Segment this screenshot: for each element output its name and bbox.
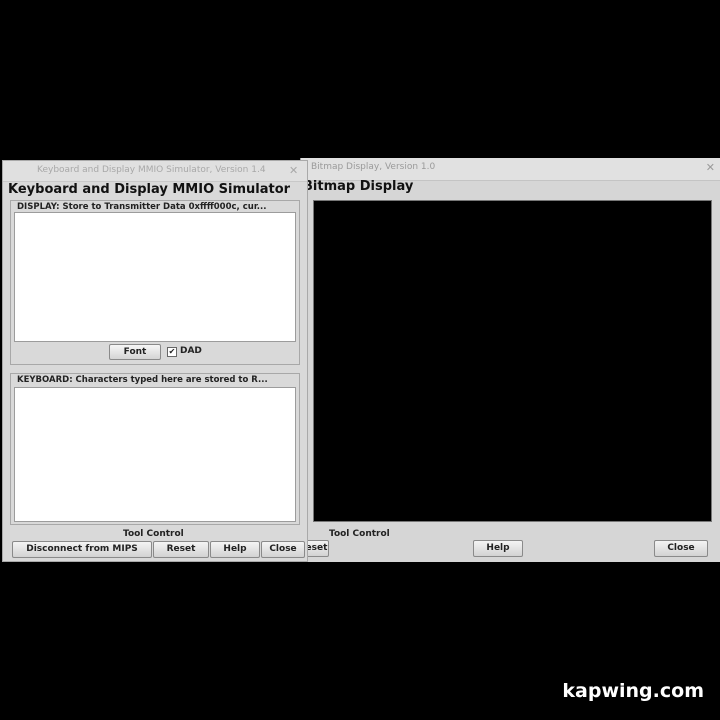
dad-label: DAD bbox=[180, 346, 202, 356]
bitmap-window-title: Bitmap Display, Version 1.0 bbox=[311, 162, 436, 172]
close-icon[interactable]: ✕ bbox=[706, 161, 715, 174]
mmio-heading: Keyboard and Display MMIO Simulator bbox=[8, 182, 291, 197]
mmio-tool-control-label: Tool Control bbox=[123, 529, 184, 539]
mmio-help-button[interactable]: Help bbox=[210, 541, 260, 558]
bitmap-help-button[interactable]: Help bbox=[473, 540, 523, 557]
display-panel-caption: DISPLAY: Store to Transmitter Data 0xfff… bbox=[17, 202, 267, 212]
keyboard-panel: KEYBOARD: Characters typed here are stor… bbox=[10, 373, 300, 525]
close-icon[interactable]: ✕ bbox=[289, 164, 298, 177]
bitmap-window-titlebar[interactable]: Bitmap Display, Version 1.0 ✕ bbox=[301, 158, 720, 181]
bitmap-canvas[interactable] bbox=[313, 200, 712, 522]
mmio-window-titlebar[interactable]: Keyboard and Display MMIO Simulator, Ver… bbox=[3, 161, 307, 182]
bitmap-tool-control-label: Tool Control bbox=[329, 529, 390, 539]
kapwing-watermark: kapwing.com bbox=[562, 680, 704, 702]
bitmap-heading: Bitmap Display bbox=[303, 179, 414, 194]
font-button[interactable]: Font bbox=[109, 344, 161, 360]
keyboard-input-area[interactable] bbox=[14, 387, 296, 522]
mmio-reset-button[interactable]: Reset bbox=[153, 541, 209, 558]
mmio-window-title: Keyboard and Display MMIO Simulator, Ver… bbox=[37, 165, 266, 175]
mmio-simulator-window: Keyboard and Display MMIO Simulator, Ver… bbox=[2, 160, 308, 562]
disconnect-button[interactable]: Disconnect from MIPS bbox=[12, 541, 152, 558]
display-text-area[interactable] bbox=[14, 212, 296, 342]
keyboard-panel-caption: KEYBOARD: Characters typed here are stor… bbox=[17, 375, 268, 385]
bitmap-display-window: Bitmap Display, Version 1.0 ✕ Bitmap Dis… bbox=[297, 158, 720, 562]
mmio-close-button[interactable]: Close bbox=[261, 541, 305, 558]
bitmap-close-button[interactable]: Close bbox=[654, 540, 708, 557]
dad-checkbox[interactable]: ✔ bbox=[167, 347, 177, 357]
display-panel: DISPLAY: Store to Transmitter Data 0xfff… bbox=[10, 200, 300, 365]
